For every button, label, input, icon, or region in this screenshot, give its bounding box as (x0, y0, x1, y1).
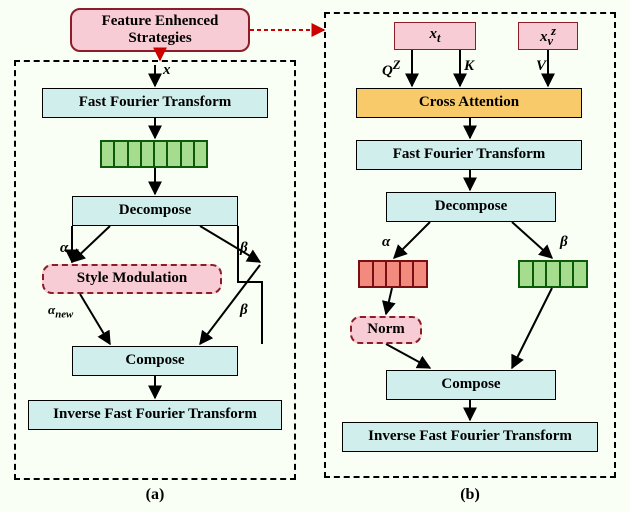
right-red-grid (358, 260, 428, 288)
left-style-mod: Style Modulation (42, 264, 222, 294)
title-box: Feature Enhenced Strategies (70, 8, 250, 52)
right-K: K (464, 58, 474, 75)
right-norm: Norm (350, 316, 422, 344)
right-fft: Fast Fourier Transform (356, 140, 582, 170)
right-decompose: Decompose (386, 192, 556, 222)
right-xv: xvz (518, 22, 578, 50)
frame-b (324, 12, 616, 478)
left-fft: Fast Fourier Transform (42, 88, 268, 118)
left-input-label: x (163, 62, 171, 79)
left-ifft: Inverse Fast Fourier Transform (28, 400, 282, 430)
caption-b: (b) (324, 486, 616, 504)
right-beta: β (560, 234, 568, 251)
title-text: Feature Enhenced Strategies (72, 13, 248, 48)
right-Q: QZ (382, 58, 400, 80)
right-green-grid (518, 260, 588, 288)
right-alpha: α (382, 234, 390, 251)
left-beta2: β (240, 302, 248, 319)
right-V: V (536, 58, 546, 75)
left-decompose: Decompose (72, 196, 238, 226)
left-beta: β (240, 240, 248, 257)
right-compose: Compose (386, 370, 556, 400)
left-feature-grid (100, 140, 208, 168)
right-ifft: Inverse Fast Fourier Transform (342, 422, 598, 452)
left-alpha: α (60, 240, 68, 257)
left-compose: Compose (72, 346, 238, 376)
left-alpha-new: αnew (48, 302, 73, 321)
right-xt: xt (394, 22, 476, 50)
caption-a: (a) (14, 486, 296, 504)
right-cross-attn: Cross Attention (356, 88, 582, 118)
